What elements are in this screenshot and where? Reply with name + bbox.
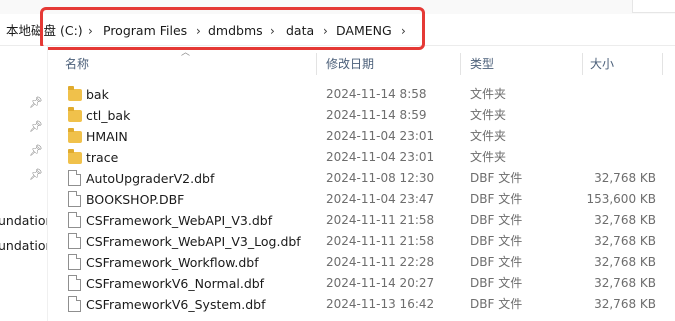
chevron-right-icon[interactable]: › [323,17,328,45]
file-date: 2024-11-13 16:42 [326,297,435,311]
header-divider[interactable] [460,53,461,75]
file-icon [68,233,81,249]
file-size: 32,768 KB [594,213,656,227]
file-date: 2024-11-11 22:28 [326,255,435,269]
nav-item[interactable]: undation [0,238,47,253]
file-name: CSFrameworkV6_Normal.dbf [86,276,265,291]
file-size: 32,768 KB [594,234,656,248]
file-icon [68,275,81,291]
file-date: 2024-11-11 21:58 [326,234,435,248]
file-type: DBF 文件 [470,255,523,269]
file-row[interactable]: CSFramework_Workflow.dbf 2024-11-11 22:28… [48,252,675,273]
file-name: ctl_bak [86,108,131,123]
file-icon [68,212,81,228]
file-date: 2024-11-11 21:58 [326,213,435,227]
scrollbar[interactable] [663,78,675,321]
file-size: 32,768 KB [594,276,656,290]
file-name: CSFrameworkV6_System.dbf [86,297,266,312]
file-row[interactable]: ctl_bak 2024-11-14 8:59 文件夹 [48,105,675,126]
file-name: trace [86,150,119,165]
file-row[interactable]: CSFramework_WebAPI_V3.dbf 2024-11-11 21:5… [48,210,675,231]
file-row[interactable]: trace 2024-11-04 23:01 文件夹 [48,147,675,168]
address-bar[interactable]: 本地磁盘 (C:) › Program Files › dmdbms › dat… [0,17,675,46]
pin-icon[interactable]: 📌︎ [29,96,43,109]
file-type: DBF 文件 [470,276,523,290]
file-row-partial[interactable] [48,315,675,321]
folder-icon [68,149,82,164]
file-row[interactable]: CSFrameworkV6_Normal.dbf 2024-11-14 20:27… [48,273,675,294]
file-type: DBF 文件 [470,171,523,185]
header-name[interactable]: 名称 [65,50,89,78]
header-divider[interactable] [662,53,663,75]
header-type[interactable]: 类型 [470,50,494,78]
file-type: 文件夹 [470,150,507,164]
file-name: CSFramework_Workflow.dbf [86,255,259,270]
file-type: DBF 文件 [470,213,523,227]
window-control-area [632,0,675,13]
file-date: 2024-11-14 8:58 [326,87,427,101]
file-date: 2024-11-04 23:01 [326,129,435,143]
chevron-right-icon[interactable]: › [401,17,406,45]
file-size: 32,768 KB [594,255,656,269]
chevron-right-icon[interactable]: › [270,17,275,45]
file-type: 文件夹 [470,87,507,101]
header-divider[interactable] [582,53,583,75]
breadcrumb-data[interactable]: data [286,17,314,45]
file-name: BOOKSHOP.DBF [86,192,185,207]
file-type: DBF 文件 [470,234,523,248]
navigation-pane: 📌︎ 📌︎ 📌︎ 📌︎ undation undation [0,46,47,321]
nav-item[interactable]: undation [0,213,47,228]
breadcrumb-dameng[interactable]: DAMENG [336,17,392,45]
title-strip [0,0,675,14]
file-name: CSFramework_WebAPI_V3.dbf [86,213,273,228]
file-icon [68,296,81,312]
file-icon [68,191,81,207]
pin-icon[interactable]: 📌︎ [29,144,43,157]
file-icon [68,254,81,270]
pin-icon[interactable]: 📌︎ [29,120,43,133]
file-name: AutoUpgraderV2.dbf [86,171,215,186]
file-date: 2024-11-14 8:59 [326,108,427,122]
column-header: 名称 修改日期 类型 大小 [48,50,675,78]
file-date: 2024-11-08 12:30 [326,171,435,185]
file-type: 文件夹 [470,108,507,122]
file-row[interactable]: CSFrameworkV6_System.dbf 2024-11-13 16:42… [48,294,675,315]
file-date: 2024-11-04 23:47 [326,192,435,206]
file-type: 文件夹 [470,129,507,143]
file-type: DBF 文件 [470,192,523,206]
breadcrumb-drive-c[interactable]: 本地磁盘 (C:) [6,17,83,45]
pin-icon[interactable]: 📌︎ [29,168,43,181]
header-date[interactable]: 修改日期 [326,50,374,78]
header-size[interactable]: 大小 [590,50,614,78]
file-row[interactable]: BOOKSHOP.DBF 2024-11-04 23:47 DBF 文件 153,60… [48,189,675,210]
chevron-right-icon[interactable]: › [196,17,201,45]
file-row[interactable]: CSFramework_WebAPI_V3_Log.dbf 2024-11-11 … [48,231,675,252]
file-date: 2024-11-14 20:27 [326,276,435,290]
file-name: CSFramework_WebAPI_V3_Log.dbf [86,234,301,249]
address-empty-area[interactable] [424,17,675,45]
file-row[interactable]: bak 2024-11-14 8:58 文件夹 [48,84,675,105]
file-name: HMAIN [86,129,128,144]
breadcrumb-program-files[interactable]: Program Files [103,17,187,45]
folder-icon [68,128,82,143]
breadcrumb-dmdbms[interactable]: dmdbms [208,17,263,45]
file-size: 153,600 KB [586,192,656,206]
file-size: 32,768 KB [594,171,656,185]
file-row[interactable]: AutoUpgraderV2.dbf 2024-11-08 12:30 DBF 文件… [48,168,675,189]
file-name: bak [86,87,109,102]
file-icon [68,170,81,186]
file-size: 32,768 KB [594,297,656,311]
header-divider[interactable] [316,53,317,75]
folder-icon [68,107,82,122]
file-type: DBF 文件 [470,297,523,311]
file-date: 2024-11-04 23:01 [326,150,435,164]
file-row[interactable]: HMAIN 2024-11-04 23:01 文件夹 [48,126,675,147]
folder-icon [68,86,82,101]
chevron-right-icon[interactable]: › [88,17,93,45]
